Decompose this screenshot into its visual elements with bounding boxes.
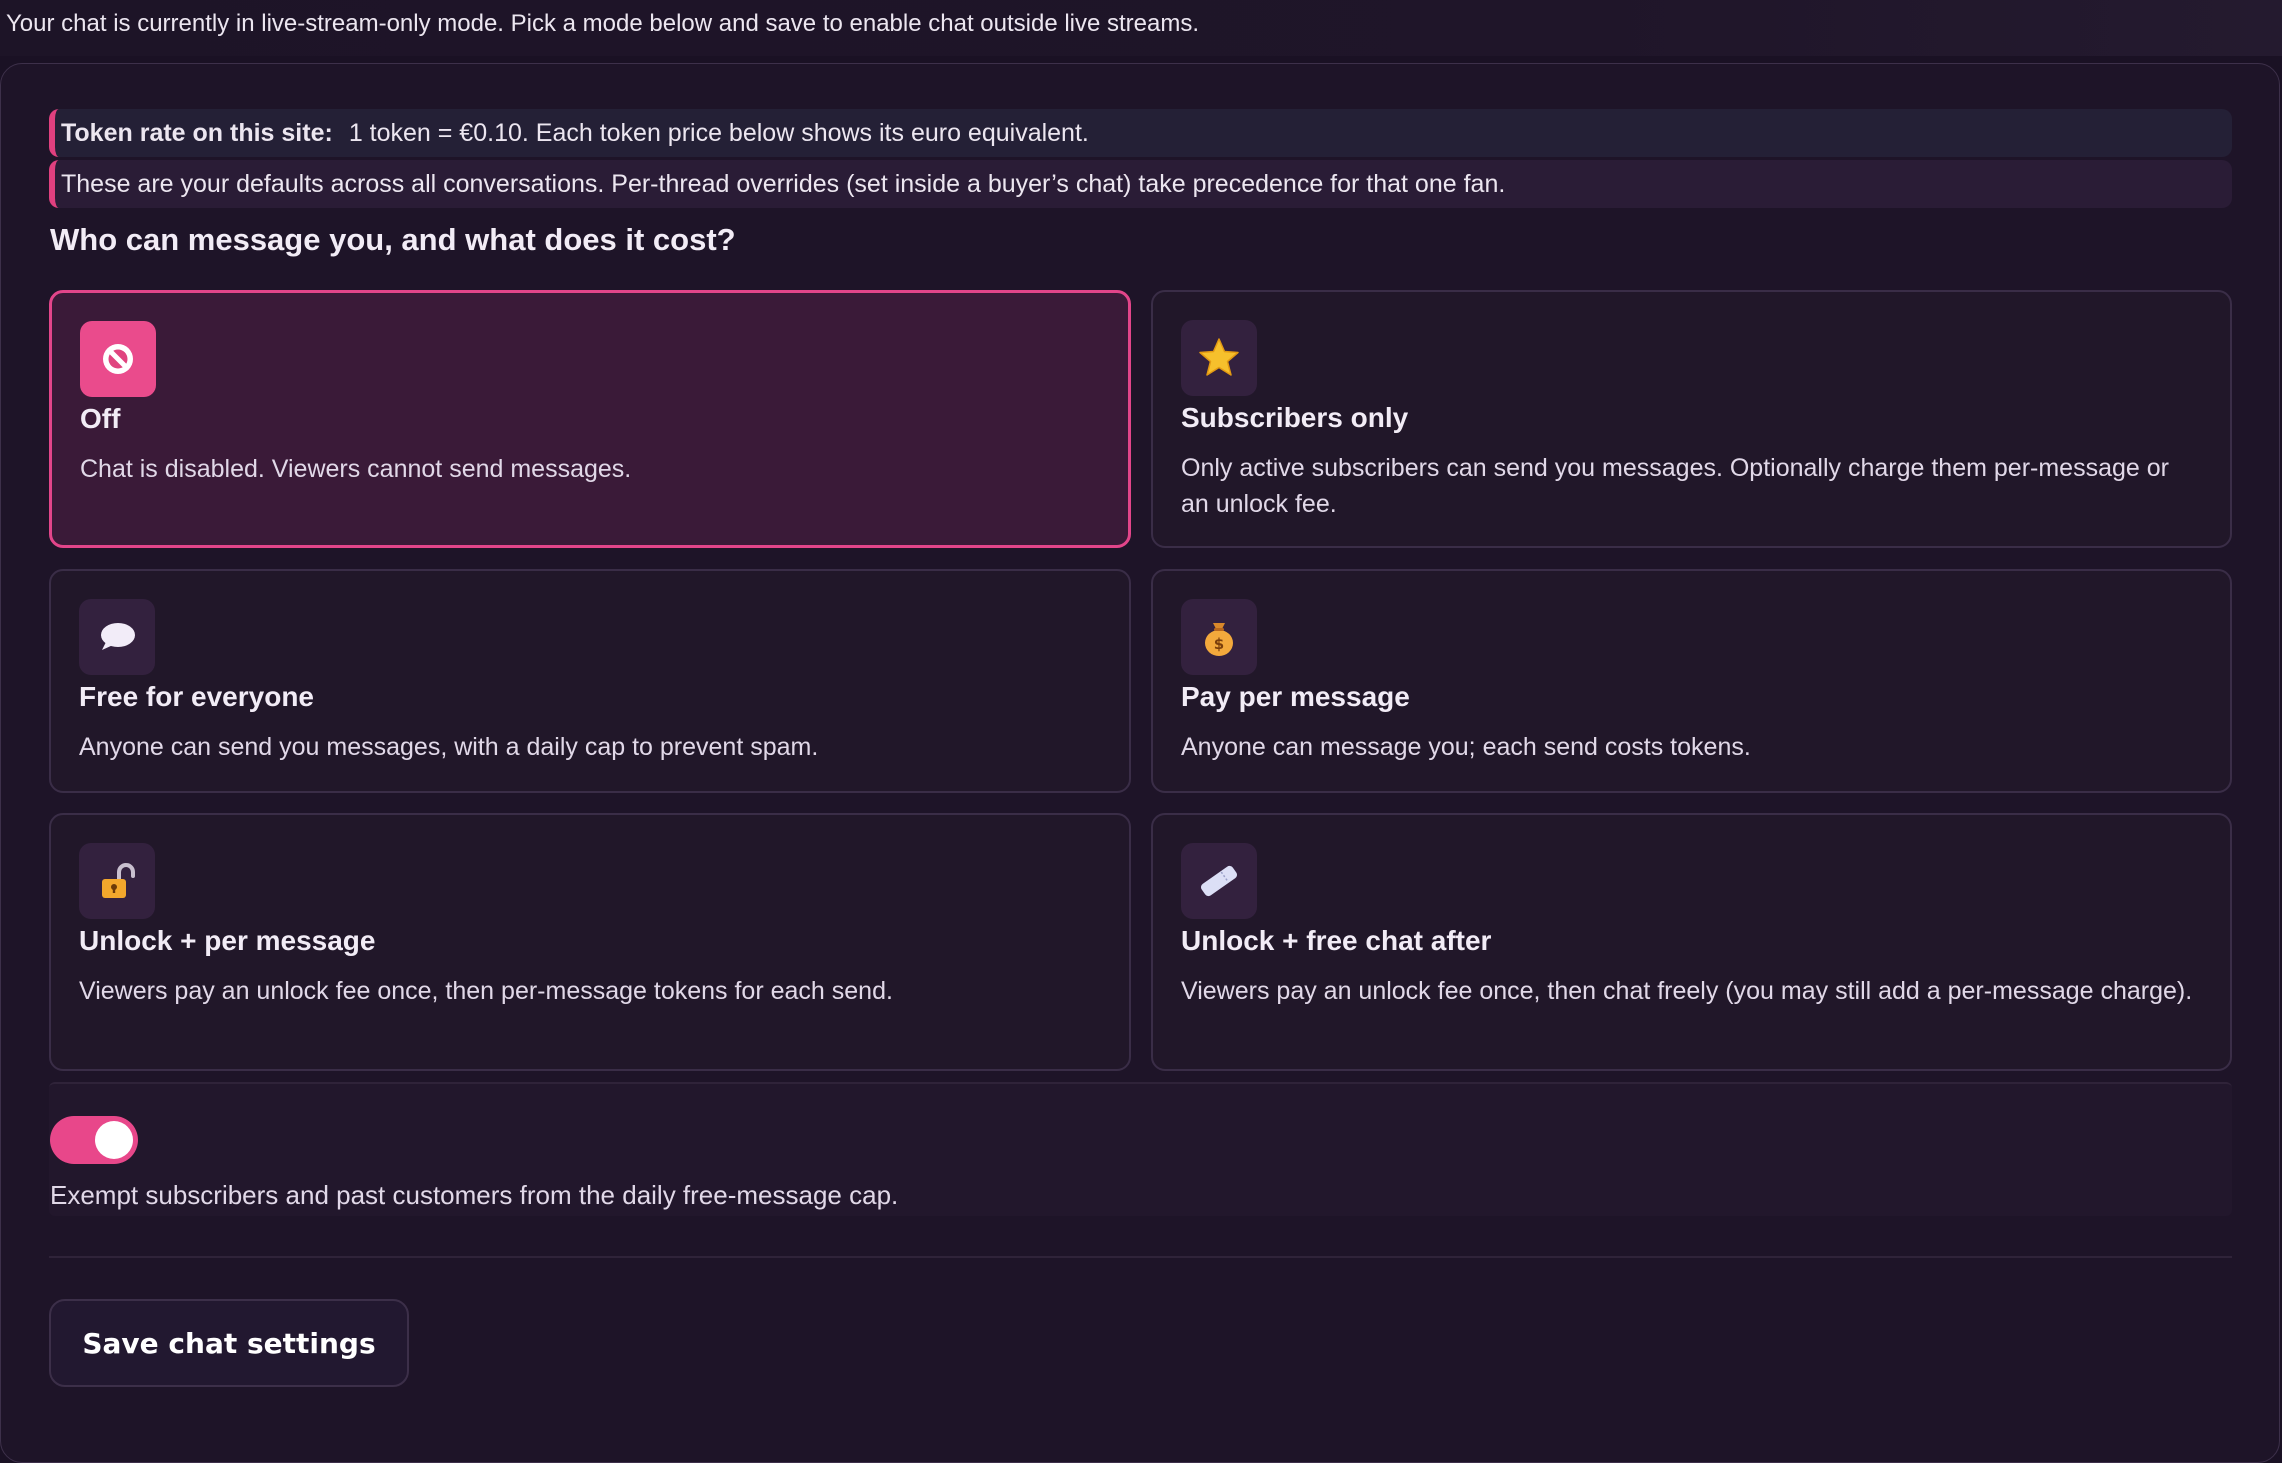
mode-card-unlock-free-chat[interactable]: Unlock + free chat after Viewers pay an …: [1151, 813, 2232, 1071]
mode-card-unlock-per-message[interactable]: Unlock + per message Viewers pay an unlo…: [49, 813, 1131, 1071]
token-rate-label: Token rate on this site:: [61, 118, 333, 147]
speech-bubble-icon: [79, 599, 155, 675]
mode-title: Subscribers only: [1181, 402, 1409, 433]
mode-description: Viewers pay an unlock fee once, then per…: [79, 977, 893, 1005]
star-icon: [1181, 320, 1257, 396]
mode-card-free-for-everyone[interactable]: Free for everyone Anyone can send you me…: [49, 569, 1131, 793]
mode-description: Anyone can send you messages, with a dai…: [79, 733, 819, 761]
mode-card-subscribers-only[interactable]: Subscribers only Only active subscribers…: [1151, 290, 2232, 548]
mode-card-off[interactable]: Off Chat is disabled. Viewers cannot sen…: [49, 290, 1131, 548]
divider: [49, 1256, 2232, 1258]
mode-description: Only active subscribers can send you mes…: [1181, 454, 2169, 518]
mode-description: Viewers pay an unlock fee once, then cha…: [1181, 977, 2193, 1005]
mode-card-pay-per-message[interactable]: $ Pay per message Anyone can message you…: [1151, 569, 2232, 793]
unlocked-padlock-icon: [79, 843, 155, 919]
toggle-knob: [95, 1121, 133, 1159]
save-chat-settings-button[interactable]: Save chat settings: [49, 1299, 409, 1387]
exempt-cap-toggle[interactable]: [50, 1116, 138, 1164]
token-rate-note: Token rate on this site: 1 token = €0.10…: [49, 109, 2232, 157]
exempt-cap-label: Exempt subscribers and past customers fr…: [50, 1180, 899, 1210]
ticket-icon: [1181, 843, 1257, 919]
exempt-cap-setting: Exempt subscribers and past customers fr…: [49, 1082, 2232, 1216]
defaults-note: These are your defaults across all conve…: [49, 160, 2232, 208]
mode-description: Chat is disabled. Viewers cannot send me…: [80, 455, 632, 483]
mode-title: Unlock + per message: [79, 925, 376, 956]
mode-description: Anyone can message you; each send costs …: [1181, 733, 1751, 761]
mode-status-banner: Your chat is currently in live-stream-on…: [0, 0, 2282, 56]
svg-text:$: $: [1214, 635, 1224, 653]
mode-title: Off: [80, 403, 121, 434]
section-heading: Who can message you, and what does it co…: [50, 222, 736, 257]
mode-title: Free for everyone: [79, 681, 314, 712]
no-entry-icon: [80, 321, 156, 397]
defaults-note-text: These are your defaults across all conve…: [61, 169, 1506, 198]
token-rate-text: 1 token = €0.10. Each token price below …: [348, 118, 1089, 147]
mode-title: Unlock + free chat after: [1181, 925, 1492, 956]
money-bag-icon: $: [1181, 599, 1257, 675]
mode-status-text: Your chat is currently in live-stream-on…: [6, 10, 1200, 37]
mode-title: Pay per message: [1181, 681, 1410, 712]
